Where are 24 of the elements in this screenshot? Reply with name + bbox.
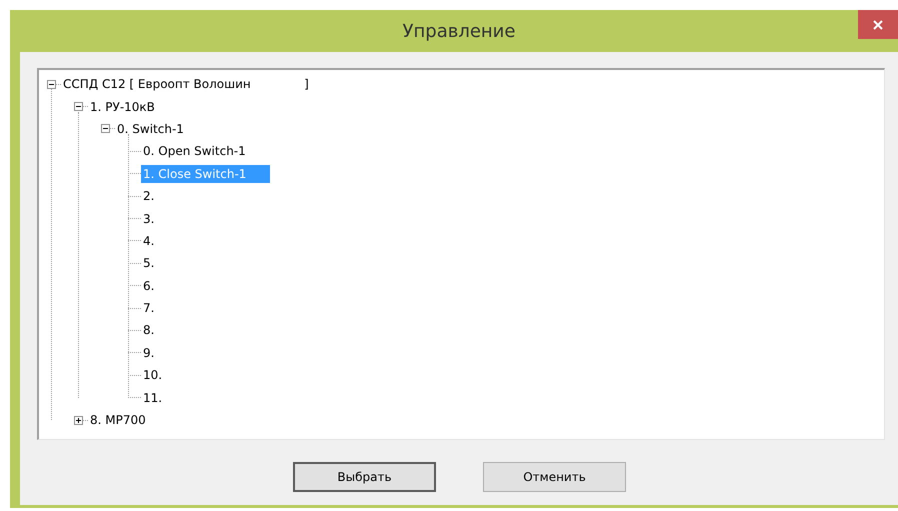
tree-item[interactable]: 11. <box>141 388 164 407</box>
tree-item[interactable]: ССПД С12 [ Евроопт Волошин ] <box>61 75 311 94</box>
select-button[interactable]: Выбрать <box>293 462 436 492</box>
tree-item[interactable]: 3. <box>141 210 156 228</box>
tree-item[interactable]: 0. Open Switch-1 <box>141 142 248 160</box>
tree-item[interactable]: 0. Switch-1 <box>115 120 186 138</box>
tree-toggle[interactable] <box>47 80 56 89</box>
tree-item[interactable]: 8. <box>141 321 156 340</box>
tree-item[interactable]: 4. <box>141 232 156 250</box>
tree-item[interactable]: 9. <box>141 344 156 362</box>
tree-item[interactable]: 7. <box>141 299 156 318</box>
tree-item[interactable]: 2. <box>141 187 156 206</box>
window-title: Управление <box>402 20 516 42</box>
tree-item[interactable]: 8. MP700 <box>88 411 148 430</box>
close-icon <box>873 20 883 30</box>
tree-item[interactable]: 10. <box>141 366 164 384</box>
tree-item[interactable]: 5. <box>141 254 156 272</box>
tree-item[interactable]: 6. <box>141 276 156 295</box>
tree-toggle[interactable] <box>74 102 83 112</box>
tree-toggle[interactable] <box>74 416 83 425</box>
cancel-button[interactable]: Отменить <box>483 462 626 492</box>
tree-item[interactable]: 1. РУ-10кВ <box>88 98 157 116</box>
close-button[interactable] <box>858 10 898 39</box>
tree-toggle[interactable] <box>101 124 110 134</box>
